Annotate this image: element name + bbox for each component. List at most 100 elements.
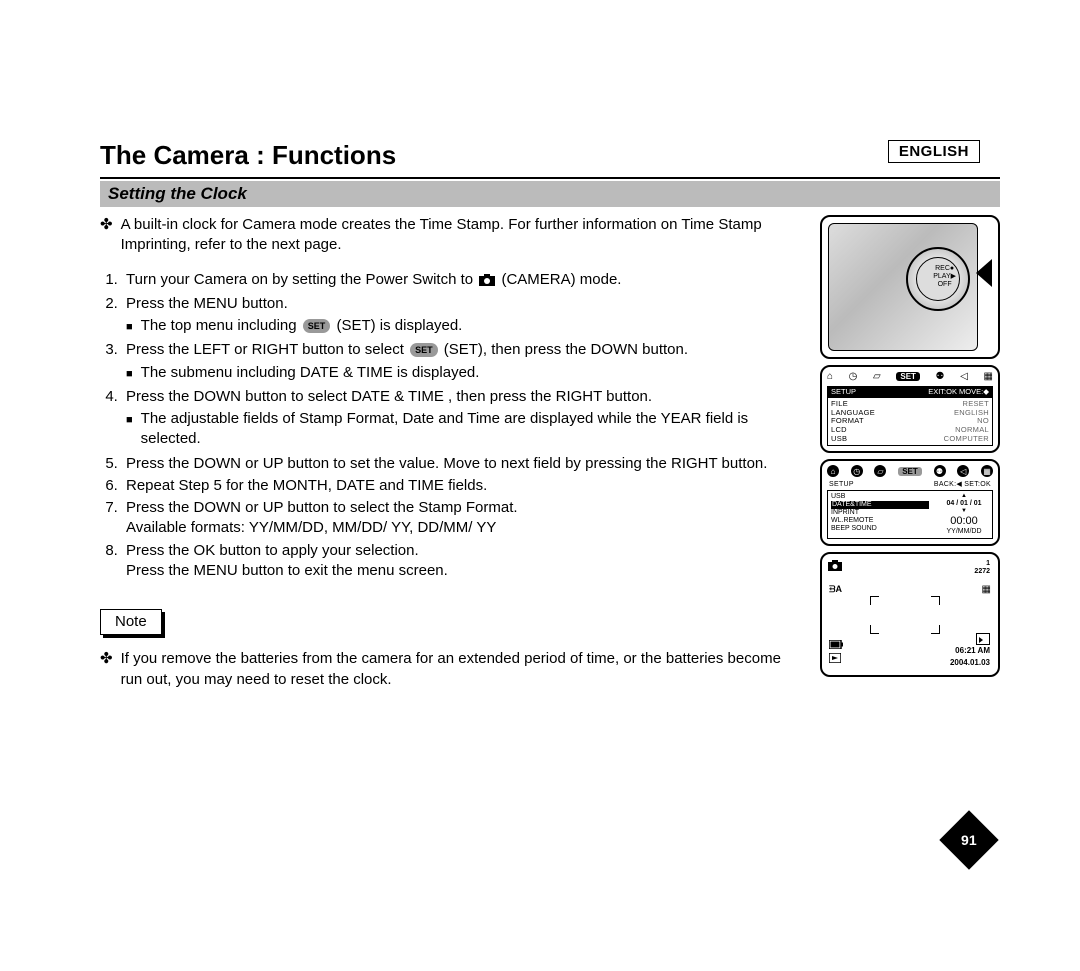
timer-icon: ◷: [849, 371, 858, 383]
screen1-header: SETUP EXIT:OK MOVE:◆: [827, 386, 993, 399]
format-field: YY/MM/DD: [938, 528, 990, 536]
page-number-badge: 91: [939, 810, 998, 869]
speaker-icon: ◁: [960, 371, 968, 383]
timestamp-date: 2004.01.03: [950, 658, 990, 667]
dial-labels: REC● PLAY▶ OFF: [933, 265, 956, 289]
square-bullet-icon: ■: [126, 367, 133, 387]
lcd-screen-setup-menu: ⌂ ◷ ▱ SET ⚉ ◁ ▦ SETUP EXIT:OK MOVE:◆ FIL…: [820, 365, 1000, 453]
step-3-text-b: (SET), then press the DOWN button.: [444, 341, 688, 358]
screen1-header-right: EXIT:OK MOVE:◆: [928, 388, 989, 397]
note-text: If you remove the batteries from the cam…: [121, 649, 802, 690]
step-5: Press the DOWN or UP button to set the v…: [122, 454, 802, 474]
note-body: ✤ If you remove the batteries from the c…: [100, 649, 802, 690]
timer-icon: ◷: [851, 465, 863, 477]
menu-item-datetime-selected: DATE&TIME: [831, 501, 929, 509]
illustration-column: REC● PLAY▶ OFF ⌂ ◷ ▱ SET ⚉ ◁ ▦ SETUP EXI…: [820, 215, 1000, 694]
menu-item-inprint: INPRINT: [831, 509, 929, 517]
card-icon: ▱: [873, 371, 881, 383]
set-pill-icon: SET: [410, 343, 438, 357]
camera-icon: ⌂: [827, 371, 833, 383]
screen2-header: SETUP BACK:◀ SET:OK: [827, 480, 993, 490]
playback-thumb-icon: [976, 633, 990, 645]
quality-grid-icon: ▦: [982, 584, 990, 596]
camera-icon: ⌂: [827, 465, 839, 477]
menu-row-usb: USBCOMPUTER: [831, 435, 989, 444]
camera-icon: [479, 272, 495, 292]
card-icon: ▱: [874, 465, 886, 477]
menu-item-wlremote: WL.REMOTE: [831, 517, 929, 525]
menu-item-beep: BEEP SOUND: [831, 525, 929, 533]
camera-illustration: REC● PLAY▶ OFF: [820, 215, 1000, 359]
step-7-text-b: Available formats: YY/MM/DD, MM/DD/ YY, …: [126, 519, 496, 536]
timestamp-time: 06:21 AM: [955, 646, 990, 655]
step-2-sub-text: The top menu including SET (SET) is disp…: [141, 316, 463, 336]
step-4-sub: ■ The adjustable fields of Stamp Format,…: [126, 409, 802, 450]
grid-icon: ▦: [983, 371, 992, 383]
screen2-body: USB DATE&TIME INPRINT WL.REMOTE BEEP SOU…: [827, 490, 993, 539]
speaker-icon: ◁: [957, 465, 969, 477]
screen1-icon-row: ⌂ ◷ ▱ SET ⚉ ◁ ▦: [827, 371, 993, 383]
screen2-header-left: SETUP: [829, 481, 854, 489]
set-pill-icon: SET: [303, 319, 331, 333]
intro-bullet: ✤ A built-in clock for Camera mode creat…: [100, 215, 802, 256]
step-8-text-b: Press the MENU button to exit the menu s…: [126, 562, 448, 579]
memory-card-icon: [829, 653, 841, 667]
note-label-box: Note: [100, 609, 162, 635]
step-4: Press the DOWN button to select DATE & T…: [122, 387, 802, 450]
step-3-text-a: Press the LEFT or RIGHT button to select: [126, 341, 408, 358]
battery-icon: [829, 640, 843, 653]
screen2-icon-row: ⌂ ◷ ▱ SET ⚉ ◁ ▦: [827, 465, 993, 477]
step-4-text: Press the DOWN button to select DATE & T…: [126, 388, 652, 405]
step-1: Turn your Camera on by setting the Power…: [122, 270, 802, 292]
square-bullet-icon: ■: [126, 413, 133, 454]
section-heading: Setting the Clock: [100, 181, 1000, 207]
language-tag: ENGLISH: [888, 140, 980, 163]
menu-item-usb: USB: [831, 493, 929, 501]
people-icon: ⚉: [936, 371, 945, 383]
page-title: The Camera : Functions: [100, 140, 1000, 171]
square-bullet-icon: ■: [126, 320, 133, 340]
lcd-screen-date-time: ⌂ ◷ ▱ SET ⚉ ◁ ▦ SETUP BACK:◀ SET:OK USB …: [820, 459, 1000, 546]
step-2-sub: ■ The top menu including SET (SET) is di…: [126, 316, 802, 336]
step-8-text-a: Press the OK button to apply your select…: [126, 542, 419, 559]
step-2: Press the MENU button. ■ The top menu in…: [122, 294, 802, 337]
up-down-arrows-icon: ▼: [938, 508, 990, 515]
maltese-cross-icon: ✤: [100, 649, 113, 690]
focus-brackets-icon: [870, 596, 940, 634]
step-7: Press the DOWN or UP button to select th…: [122, 498, 802, 539]
date-field: 04 / 01 / 01: [938, 500, 990, 508]
up-down-arrows-icon: ▲: [938, 493, 990, 500]
maltese-cross-icon: ✤: [100, 215, 113, 256]
step-3-sub: ■ The submenu including DATE & TIME is d…: [126, 363, 802, 383]
step-4-sub-text: The adjustable fields of Stamp Format, D…: [141, 409, 802, 450]
step-2-text: Press the MENU button.: [126, 295, 288, 312]
camera-mode-icon: [828, 560, 842, 575]
screen2-right-values: ▲ 04 / 01 / 01 ▼ 00:00 YY/MM/DD: [936, 491, 992, 538]
step-8: Press the OK button to apply your select…: [122, 541, 802, 582]
step-1-text-b: (CAMERA) mode.: [501, 271, 621, 288]
time-field: 00:00: [938, 515, 990, 528]
instructions-column: ✤ A built-in clock for Camera mode creat…: [100, 215, 802, 694]
step-3: Press the LEFT or RIGHT button to select…: [122, 340, 802, 383]
lcd-screen-live-view: 1 2272 ᗲA ▦ 06:21 AM 2004.01.03: [820, 552, 1000, 677]
manual-page: ENGLISH The Camera : Functions Setting t…: [0, 0, 1080, 971]
set-tab-icon: SET: [896, 372, 920, 381]
step-6: Repeat Step 5 for the MONTH, DATE and TI…: [122, 476, 802, 496]
people-icon: ⚉: [934, 465, 946, 477]
step-3-sub-text: The submenu including DATE & TIME is dis…: [141, 363, 480, 383]
screen2-left-list: USB DATE&TIME INPRINT WL.REMOTE BEEP SOU…: [828, 491, 932, 538]
step-1-text-a: Turn your Camera on by setting the Power…: [126, 271, 477, 288]
set-tab-icon: SET: [898, 467, 922, 476]
steps-list: Turn your Camera on by setting the Power…: [100, 270, 802, 582]
screen1-body: FILERESET LANGUAGEENGLISH FORMATNO LCDNO…: [827, 398, 993, 446]
screen2-header-right: BACK:◀ SET:OK: [934, 481, 991, 489]
remaining-shots: 1 2272: [974, 560, 990, 576]
screen1-header-left: SETUP: [831, 388, 856, 397]
intro-text: A built-in clock for Camera mode creates…: [121, 215, 802, 256]
grid-icon: ▦: [981, 465, 993, 477]
step-7-text-a: Press the DOWN or UP button to select th…: [126, 499, 518, 516]
content-row: ✤ A built-in clock for Camera mode creat…: [100, 215, 1000, 694]
page-number: 91: [961, 832, 977, 848]
flash-auto-icon: ᗲA: [829, 584, 842, 594]
title-rule: [100, 177, 1000, 179]
